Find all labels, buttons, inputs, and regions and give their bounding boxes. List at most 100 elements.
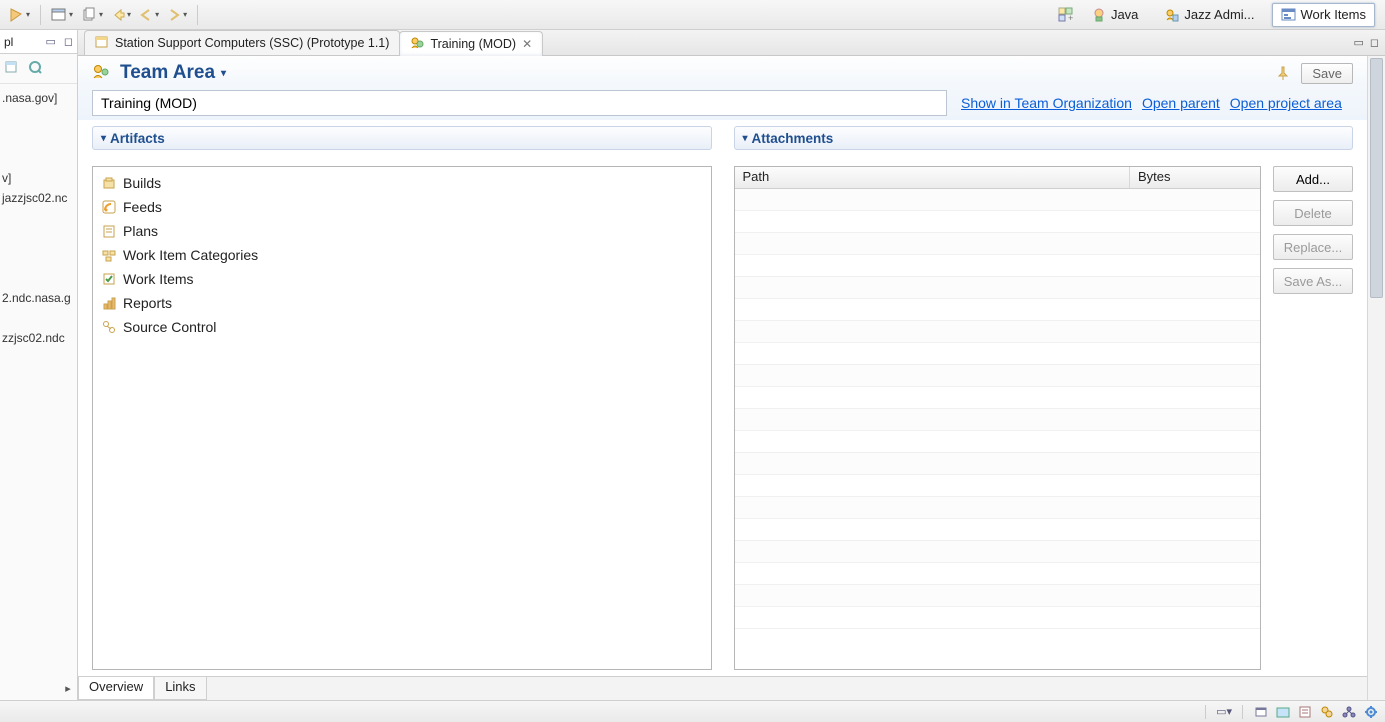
minimize-icon[interactable]: ▭ [45,35,55,48]
bottom-tab-overview[interactable]: Overview [78,677,154,700]
status-icon-2[interactable] [1275,704,1291,720]
editor-tab-bar: Station Support Computers (SSC) (Prototy… [78,30,1385,56]
tool-back-icon[interactable]: ▾ [109,4,133,26]
tool-nav-fwd-icon[interactable]: ▾ [165,4,189,26]
artifact-label: Reports [123,293,172,313]
artifacts-tree: Builds Feeds Plans [92,166,712,670]
artifact-reports[interactable]: Reports [93,291,711,315]
left-fragment: 2.ndc.nasa.g [2,288,75,308]
left-fragment: jazzjsc02.nc [2,188,75,208]
editor-minimize-icon[interactable]: ▭ [1353,36,1363,49]
attachments-saveas-button[interactable]: Save As... [1273,268,1353,294]
left-fragment: .nasa.gov] [2,88,75,108]
status-icon-3[interactable] [1297,704,1313,720]
status-view-menu-icon[interactable]: ▭▾ [1216,705,1232,718]
attachments-header-label: Attachments [752,131,834,146]
artifact-work-item-categories[interactable]: Work Item Categories [93,243,711,267]
pin-icon[interactable] [1275,65,1291,81]
save-button[interactable]: Save [1301,63,1353,84]
work-items-perspective-icon [1281,7,1297,23]
artifact-plans[interactable]: Plans [93,219,711,243]
plans-icon [101,223,117,239]
chevron-down-icon: ▾ [743,133,748,144]
perspective-work-items[interactable]: Work Items [1272,3,1376,27]
builds-icon [101,175,117,191]
artifact-label: Source Control [123,317,216,337]
tool-new-icon[interactable]: ▾ [6,4,32,26]
main-toolbar: ▾ ▾ ▾ ▾ ▾ ▾ + Java Jazz [0,0,1385,30]
reports-icon [101,295,117,311]
attachments-section-header[interactable]: ▾ Attachments [734,126,1354,150]
perspective-work-items-label: Work Items [1301,7,1367,22]
categories-icon [101,247,117,263]
col-path[interactable]: Path [735,167,1131,188]
attachments-rows [735,189,1261,669]
artifact-source-control[interactable]: Source Control [93,315,711,339]
editor-tab-training[interactable]: Training (MOD) ✕ [399,31,543,56]
col-bytes[interactable]: Bytes [1130,167,1260,188]
attachments-table[interactable]: Path Bytes [734,166,1262,670]
editor-tab-icon [410,36,424,53]
source-control-icon [101,319,117,335]
artifact-label: Plans [123,221,158,241]
perspective-jazz-admin-label: Jazz Admi... [1184,7,1254,22]
close-tab-icon[interactable]: ✕ [522,37,532,51]
artifact-label: Work Items [123,269,194,289]
chevron-down-icon: ▾ [101,133,106,144]
view-tool-icon-1[interactable] [4,60,18,77]
perspective-java[interactable]: Java [1082,3,1147,27]
open-perspective-icon[interactable]: + [1058,7,1074,23]
team-area-title-text: Team Area [120,62,215,84]
scrollbar-thumb[interactable] [1370,58,1383,298]
attachments-add-button[interactable]: Add... [1273,166,1353,192]
status-bar: ▭▾ [0,700,1385,722]
link-show-team-org[interactable]: Show in Team Organization [961,95,1132,111]
work-items-icon [101,271,117,287]
feeds-icon [101,199,117,215]
artifact-feeds[interactable]: Feeds [93,195,711,219]
svg-text:+: + [1068,13,1073,23]
attachments-replace-button[interactable]: Replace... [1273,234,1353,260]
artifacts-section-header[interactable]: ▾ Artifacts [92,126,712,150]
collapse-pane-icon[interactable]: ▸ [59,682,77,700]
editor-tab-ssc-label: Station Support Computers (SSC) (Prototy… [115,36,389,50]
left-pane-tab-label[interactable]: pl [4,35,13,49]
team-area-icon [92,63,110,84]
tool-window-icon[interactable]: ▾ [49,4,75,26]
tool-copy-icon[interactable]: ▾ [79,4,105,26]
status-icon-5[interactable] [1341,704,1357,720]
left-fragment: zzjsc02.ndc [2,328,75,348]
artifact-label: Work Item Categories [123,245,258,265]
status-gear-icon[interactable] [1363,704,1379,720]
left-fragment: v] [2,168,75,188]
left-view-pane: pl ▭ ◻ .nasa.gov] v] jazzjsc02.nc 2.ndc.… [0,30,78,700]
tool-nav-back-icon[interactable]: ▾ [137,4,161,26]
restore-icon[interactable]: ◻ [64,35,73,48]
perspective-jazz-admin[interactable]: Jazz Admi... [1155,3,1263,27]
link-open-parent[interactable]: Open parent [1142,95,1220,111]
artifacts-header-label: Artifacts [110,131,165,146]
artifact-label: Builds [123,173,161,193]
artifact-work-items[interactable]: Work Items [93,267,711,291]
bottom-tab-links[interactable]: Links [154,677,206,700]
artifact-builds[interactable]: Builds [93,171,711,195]
editor-tab-training-label: Training (MOD) [430,37,516,51]
team-area-name-input[interactable] [92,90,947,116]
perspective-java-label: Java [1111,7,1138,22]
team-area-title[interactable]: Team Area ▾ [120,62,226,84]
chevron-down-icon: ▾ [221,68,226,79]
status-icon-4[interactable] [1319,704,1335,720]
left-pane-content: .nasa.gov] v] jazzjsc02.nc 2.ndc.nasa.g … [0,84,77,352]
view-tool-icon-2[interactable] [28,60,42,77]
editor-tab-ssc[interactable]: Station Support Computers (SSC) (Prototy… [84,30,400,55]
attachments-delete-button[interactable]: Delete [1273,200,1353,226]
java-perspective-icon [1091,7,1107,23]
jazz-admin-perspective-icon [1164,7,1180,23]
artifact-label: Feeds [123,197,162,217]
editor-bottom-tabs: Overview Links [78,676,1367,700]
status-icon-1[interactable] [1253,704,1269,720]
editor-maximize-icon[interactable]: ◻ [1370,36,1379,49]
editor-tab-icon [95,35,109,52]
link-open-project-area[interactable]: Open project area [1230,95,1342,111]
editor-scrollbar[interactable] [1367,56,1385,700]
